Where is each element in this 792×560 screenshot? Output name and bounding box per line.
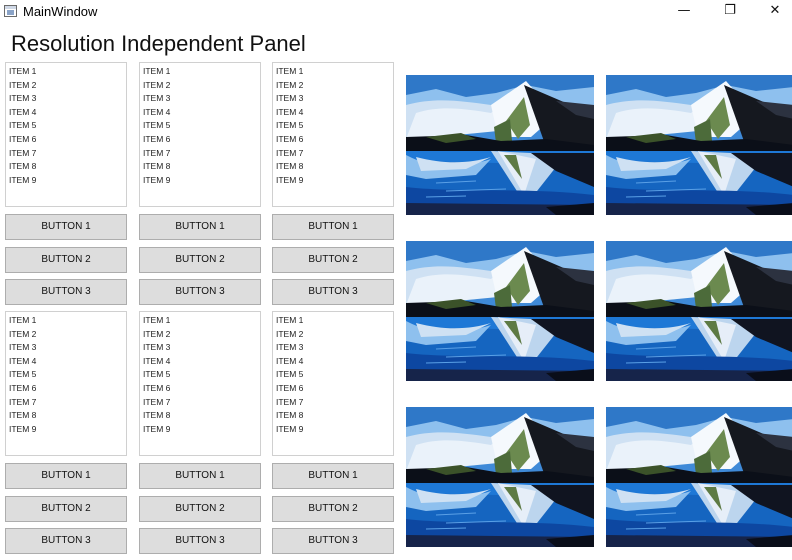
listbox[interactable]: ITEM 1 ITEM 2 ITEM 3 ITEM 4 ITEM 5 ITEM 6 ITEM…	[5, 62, 127, 207]
list-item[interactable]: ITEM 1	[9, 314, 126, 328]
list-item[interactable]: ITEM 6	[143, 133, 260, 147]
list-item[interactable]: ITEM 3	[276, 341, 393, 355]
list-item[interactable]: ITEM 5	[143, 368, 260, 382]
listbox[interactable]: ITEM 1 ITEM 2 ITEM 3 ITEM 4 ITEM 5 ITEM 6 ITEM…	[272, 62, 394, 207]
button-2[interactable]: BUTTON 2	[5, 247, 127, 273]
listbox[interactable]: ITEM 1 ITEM 2 ITEM 3 ITEM 4 ITEM 5 ITEM 6 ITEM…	[139, 311, 261, 456]
landscape-image	[606, 241, 792, 381]
landscape-image	[406, 407, 594, 547]
landscape-image	[606, 407, 792, 547]
list-item[interactable]: ITEM 5	[9, 119, 126, 133]
minimize-button[interactable]: —	[661, 0, 707, 24]
list-item[interactable]: ITEM 9	[276, 423, 393, 437]
list-item[interactable]: ITEM 8	[9, 409, 126, 423]
restore-button[interactable]: ❐	[707, 0, 753, 24]
button-2[interactable]: BUTTON 2	[272, 247, 394, 273]
list-item[interactable]: ITEM 4	[143, 106, 260, 120]
list-item[interactable]: ITEM 5	[9, 368, 126, 382]
button-1[interactable]: BUTTON 1	[272, 214, 394, 240]
list-item[interactable]: ITEM 7	[276, 396, 393, 410]
list-item[interactable]: ITEM 1	[276, 314, 393, 328]
list-item[interactable]: ITEM 7	[143, 147, 260, 161]
list-item[interactable]: ITEM 1	[143, 65, 260, 79]
button-1[interactable]: BUTTON 1	[5, 214, 127, 240]
button-3[interactable]: BUTTON 3	[139, 279, 261, 305]
list-item[interactable]: ITEM 3	[143, 341, 260, 355]
list-item[interactable]: ITEM 9	[9, 423, 126, 437]
button-3[interactable]: BUTTON 3	[139, 528, 261, 554]
list-item[interactable]: ITEM 8	[276, 409, 393, 423]
list-item[interactable]: ITEM 6	[9, 133, 126, 147]
button-2[interactable]: BUTTON 2	[139, 496, 261, 522]
list-item[interactable]: ITEM 3	[9, 341, 126, 355]
button-2[interactable]: BUTTON 2	[5, 496, 127, 522]
close-button[interactable]: ✕	[752, 0, 792, 24]
button-1[interactable]: BUTTON 1	[5, 463, 127, 489]
listbox[interactable]: ITEM 1 ITEM 2 ITEM 3 ITEM 4 ITEM 5 ITEM 6 ITEM…	[139, 62, 261, 207]
list-item[interactable]: ITEM 1	[143, 314, 260, 328]
list-item[interactable]: ITEM 4	[276, 355, 393, 369]
list-item[interactable]: ITEM 6	[9, 382, 126, 396]
list-item[interactable]: ITEM 1	[276, 65, 393, 79]
list-item[interactable]: ITEM 8	[9, 160, 126, 174]
list-item[interactable]: ITEM 2	[143, 79, 260, 93]
list-item[interactable]: ITEM 4	[9, 106, 126, 120]
list-item[interactable]: ITEM 2	[9, 79, 126, 93]
list-item[interactable]: ITEM 9	[143, 174, 260, 188]
list-item[interactable]: ITEM 5	[276, 119, 393, 133]
list-item[interactable]: ITEM 9	[9, 174, 126, 188]
page-title: Resolution Independent Panel	[11, 31, 306, 56]
list-item[interactable]: ITEM 6	[276, 382, 393, 396]
list-item[interactable]: ITEM 5	[276, 368, 393, 382]
list-item[interactable]: ITEM 8	[143, 409, 260, 423]
button-2[interactable]: BUTTON 2	[272, 496, 394, 522]
list-item[interactable]: ITEM 4	[9, 355, 126, 369]
button-3[interactable]: BUTTON 3	[5, 279, 127, 305]
list-item[interactable]: ITEM 8	[143, 160, 260, 174]
list-item[interactable]: ITEM 4	[143, 355, 260, 369]
list-item[interactable]: ITEM 6	[143, 382, 260, 396]
list-item[interactable]: ITEM 7	[9, 147, 126, 161]
list-item[interactable]: ITEM 6	[276, 133, 393, 147]
button-1[interactable]: BUTTON 1	[272, 463, 394, 489]
landscape-image	[406, 75, 594, 215]
button-2[interactable]: BUTTON 2	[139, 247, 261, 273]
list-item[interactable]: ITEM 3	[143, 92, 260, 106]
landscape-image	[406, 241, 594, 381]
list-item[interactable]: ITEM 7	[9, 396, 126, 410]
list-item[interactable]: ITEM 2	[143, 328, 260, 342]
list-item[interactable]: ITEM 3	[9, 92, 126, 106]
landscape-image	[606, 75, 792, 215]
button-3[interactable]: BUTTON 3	[272, 279, 394, 305]
list-item[interactable]: ITEM 9	[143, 423, 260, 437]
listbox[interactable]: ITEM 1 ITEM 2 ITEM 3 ITEM 4 ITEM 5 ITEM 6 ITEM…	[272, 311, 394, 456]
list-item[interactable]: ITEM 9	[276, 174, 393, 188]
button-1[interactable]: BUTTON 1	[139, 214, 261, 240]
title-bar: MainWindow — ❐ ✕	[0, 0, 792, 24]
list-item[interactable]: ITEM 3	[276, 92, 393, 106]
button-1[interactable]: BUTTON 1	[139, 463, 261, 489]
list-item[interactable]: ITEM 2	[276, 79, 393, 93]
list-item[interactable]: ITEM 7	[276, 147, 393, 161]
window-title: MainWindow	[23, 4, 98, 19]
list-item[interactable]: ITEM 4	[276, 106, 393, 120]
list-item[interactable]: ITEM 2	[9, 328, 126, 342]
list-item[interactable]: ITEM 2	[276, 328, 393, 342]
list-item[interactable]: ITEM 1	[9, 65, 126, 79]
list-item[interactable]: ITEM 8	[276, 160, 393, 174]
list-item[interactable]: ITEM 7	[143, 396, 260, 410]
button-3[interactable]: BUTTON 3	[272, 528, 394, 554]
listbox[interactable]: ITEM 1 ITEM 2 ITEM 3 ITEM 4 ITEM 5 ITEM 6 ITEM…	[5, 311, 127, 456]
list-item[interactable]: ITEM 5	[143, 119, 260, 133]
window-app-icon[interactable]	[4, 5, 17, 17]
button-3[interactable]: BUTTON 3	[5, 528, 127, 554]
